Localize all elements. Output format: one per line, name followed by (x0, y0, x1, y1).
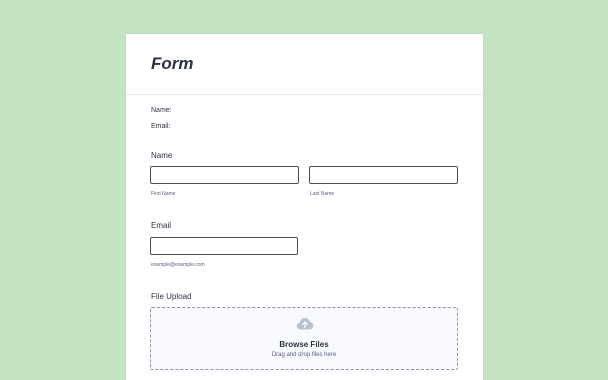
email-sublabel: example@example.com (151, 262, 205, 268)
email-field-label: Email (151, 221, 172, 230)
last-name-input[interactable] (309, 166, 458, 184)
browse-files-button[interactable]: Browse Files (151, 340, 457, 349)
summary-name-label: Name: (151, 107, 172, 114)
name-field-label: Name (151, 151, 173, 160)
cloud-upload-icon (296, 318, 314, 330)
drag-drop-hint: Drag and drop files here (271, 352, 337, 358)
file-dropzone[interactable]: Browse Files Drag and drop files here (150, 307, 458, 370)
file-upload-label: File Upload (151, 292, 192, 301)
summary-email-label: Email: (151, 123, 171, 130)
last-name-sublabel: Last Name (310, 191, 335, 197)
form-title: Form (151, 54, 194, 73)
first-name-input[interactable] (150, 166, 299, 184)
first-name-sublabel: First Name (151, 191, 176, 197)
form-card: Form Name: Email: Name First Name Last N… (126, 34, 483, 380)
form-header: Form (126, 34, 483, 95)
email-input[interactable] (150, 237, 298, 255)
